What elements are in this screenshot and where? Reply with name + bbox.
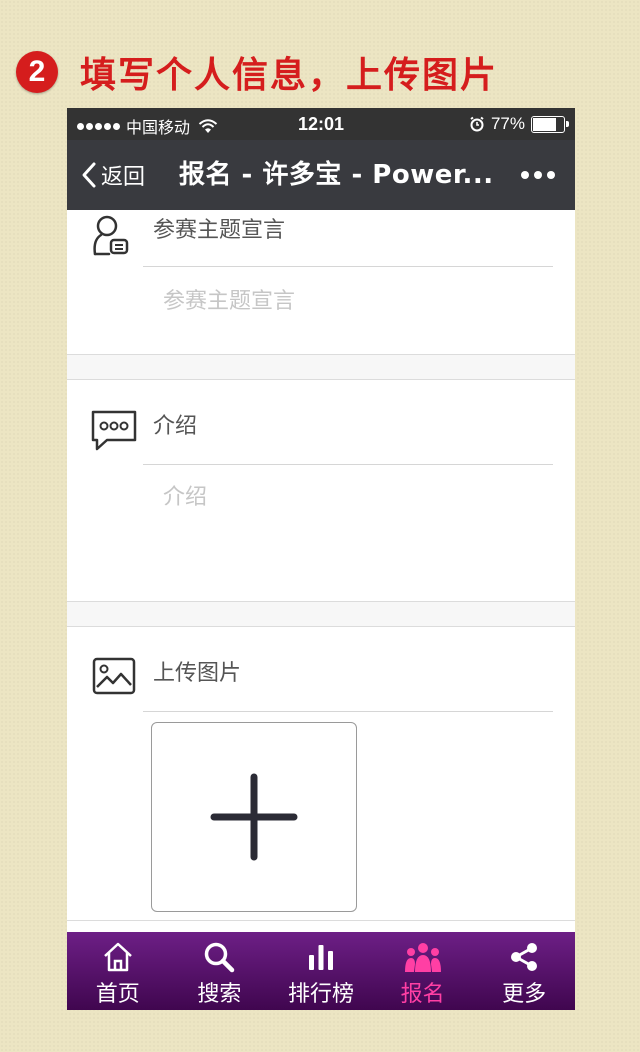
- section-gap: [67, 355, 575, 379]
- tab-home[interactable]: 首页: [67, 932, 169, 1010]
- share-icon: [511, 943, 538, 971]
- back-label: 返回: [101, 165, 146, 190]
- intro-divider: [143, 464, 553, 465]
- ranking-icon: [308, 945, 333, 970]
- upload-divider: [143, 711, 553, 712]
- page-title: 报名 - 许多宝 - Power...: [179, 160, 494, 190]
- step-number: 2: [16, 51, 58, 93]
- signup-icon: [404, 943, 441, 972]
- intro-input[interactable]: [163, 480, 543, 514]
- image-icon: [92, 657, 136, 695]
- tab-more[interactable]: 更多: [473, 932, 575, 1010]
- section-gap: [67, 602, 575, 626]
- back-button[interactable]: 返回: [81, 140, 145, 210]
- intro-section: 介绍: [67, 380, 575, 600]
- battery-percent: 77%: [490, 114, 525, 133]
- alarm-icon: [470, 116, 484, 132]
- more-menu-button[interactable]: [521, 140, 555, 210]
- declaration-section: 参赛主题宣言: [67, 210, 575, 354]
- declaration-input[interactable]: [163, 286, 543, 316]
- phone-screen: 中国移动 12:01 77% 返回 报名 - 许多宝 - Power... 参赛…: [67, 108, 575, 1010]
- tab-ranking[interactable]: 排行榜: [270, 932, 372, 1010]
- declaration-label: 参赛主题宣言: [153, 218, 286, 243]
- tab-label: 更多: [502, 982, 547, 1007]
- tab-signup[interactable]: 报名: [372, 932, 474, 1010]
- search-icon: [205, 942, 235, 973]
- tab-label: 排行榜: [287, 982, 354, 1007]
- chat-bubble-icon: [91, 410, 137, 451]
- upload-label: 上传图片: [153, 661, 242, 686]
- tab-label: 报名: [400, 982, 445, 1007]
- home-icon: [103, 942, 132, 972]
- tab-label: 搜索: [197, 982, 242, 1007]
- upload-image-button[interactable]: [151, 722, 357, 912]
- instruction-banner: 2 填写个人信息，上传图片: [16, 44, 498, 100]
- intro-label: 介绍: [153, 414, 198, 439]
- user-card-icon: [93, 215, 129, 256]
- declaration-divider: [143, 266, 553, 267]
- nav-bar: 返回 报名 - 许多宝 - Power...: [67, 140, 575, 210]
- status-bar: 中国移动 12:01 77%: [67, 108, 575, 140]
- chevron-left-icon: [82, 162, 96, 188]
- bottom-tab-bar: 首页 搜索 排行榜 报名 更多: [67, 932, 575, 1010]
- tab-label: 首页: [95, 982, 140, 1007]
- battery-icon: [531, 115, 569, 133]
- divider: [67, 920, 575, 921]
- banner-title: 填写个人信息，上传图片: [80, 55, 499, 96]
- plus-icon: [210, 773, 298, 861]
- tab-search[interactable]: 搜索: [169, 932, 271, 1010]
